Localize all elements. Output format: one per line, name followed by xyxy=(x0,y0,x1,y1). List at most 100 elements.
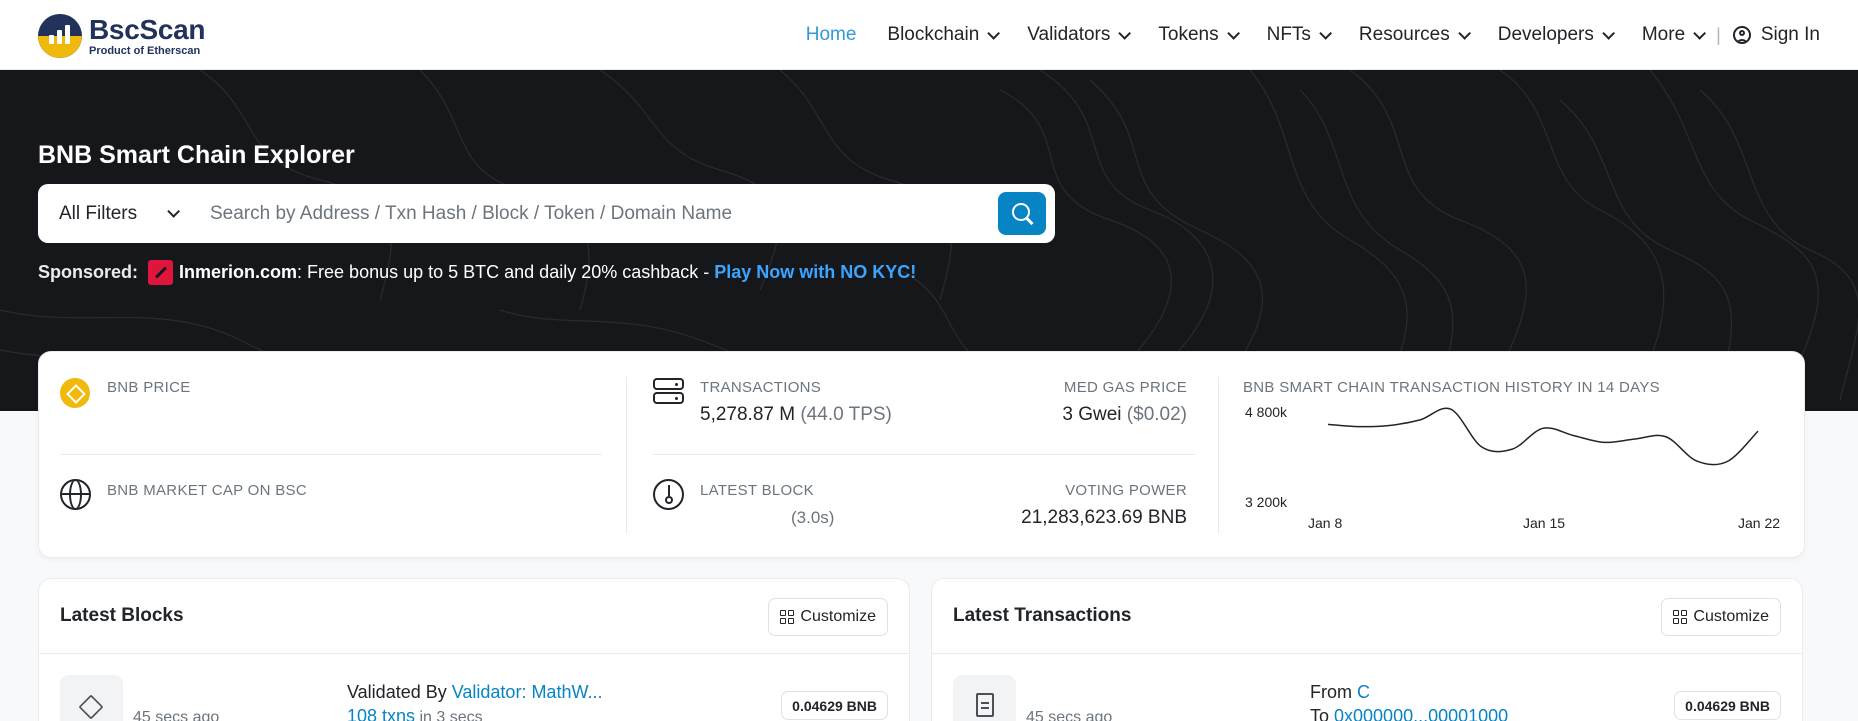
nav-validators[interactable]: Validators xyxy=(1027,24,1132,46)
bnb-coin-icon xyxy=(60,378,90,408)
latest-block-label: LATEST BLOCK xyxy=(700,482,814,499)
search-input[interactable] xyxy=(193,184,998,243)
nav-home[interactable]: Home xyxy=(806,24,857,46)
nav-validators-label: Validators xyxy=(1027,24,1111,45)
sign-in-label: Sign In xyxy=(1760,24,1820,45)
nav-developers[interactable]: Developers xyxy=(1497,24,1615,46)
gas-price-value[interactable]: 3 Gwei ($0.02) xyxy=(1062,404,1187,426)
transaction-to: To 0x000000...00001000 xyxy=(1310,706,1508,721)
nav-blockchain-label: Blockchain xyxy=(887,24,980,45)
page-title: BNB Smart Chain Explorer xyxy=(38,141,355,169)
sponsored-banner: Sponsored: Inmerion.com : Free bonus up … xyxy=(38,260,916,285)
top-navbar: BscScan Product of Etherscan Home Blockc… xyxy=(0,0,1858,70)
bnb-price-label: BNB PRICE xyxy=(107,379,191,396)
validated-by: Validated By Validator: MathW... xyxy=(347,682,602,703)
nav-nfts-label: NFTs xyxy=(1266,24,1311,45)
sponsor-link[interactable]: Play Now with NO KYC! xyxy=(714,262,916,283)
chevron-down-icon xyxy=(1118,26,1132,40)
chevron-down-icon xyxy=(987,26,1001,40)
transactions-count: 5,278.87 M xyxy=(700,404,796,425)
divider xyxy=(1218,377,1219,534)
nav-resources[interactable]: Resources xyxy=(1358,24,1471,46)
panel-header: Latest Blocks Customize xyxy=(39,579,909,654)
transaction-history-chart[interactable]: 4 800k 3 200k Jan 8 Jan 15 Jan 22 xyxy=(1243,404,1783,544)
sponsor-logo-icon xyxy=(148,260,174,285)
nav-more[interactable]: More xyxy=(1641,24,1707,46)
bscscan-logo-icon xyxy=(38,14,82,58)
nav-nfts[interactable]: NFTs xyxy=(1266,24,1332,46)
latest-transactions-title: Latest Transactions xyxy=(953,605,1132,626)
chevron-down-icon xyxy=(1226,26,1240,40)
nav-developers-label: Developers xyxy=(1497,24,1594,45)
divider xyxy=(626,377,627,534)
chevron-down-icon xyxy=(167,205,181,218)
main-nav: Home Blockchain Validators Tokens NFTs R… xyxy=(806,0,1820,70)
transactions-value[interactable]: 5,278.87 M (44.0 TPS) xyxy=(700,404,892,426)
validated-prefix: Validated By xyxy=(347,682,452,702)
nav-blockchain[interactable]: Blockchain xyxy=(887,24,1001,46)
stats-card: BNB PRICE BNB MARKET CAP ON BSC TRANSACT… xyxy=(38,351,1805,558)
logo-title: BscScan xyxy=(89,13,206,45)
market-cap-label: BNB MARKET CAP ON BSC xyxy=(107,482,307,499)
block-reward-badge: 0.04629 BNB xyxy=(781,691,888,720)
x-tick-label: Jan 22 xyxy=(1738,515,1780,531)
transaction-from: From С xyxy=(1310,682,1370,703)
sponsor-brand[interactable]: Inmerion.com xyxy=(179,262,297,283)
transactions-tps: (44.0 TPS) xyxy=(800,404,892,425)
transaction-history-line[interactable] xyxy=(1327,407,1759,466)
nav-separator: | xyxy=(1716,24,1721,45)
filter-dropdown[interactable]: All Filters xyxy=(38,184,193,243)
transaction-age: 45 secs ago xyxy=(1026,709,1113,721)
to-address-link[interactable]: 0x000000...00001000 xyxy=(1334,706,1508,721)
logo-subtitle: Product of Etherscan xyxy=(89,44,201,57)
nav-tokens[interactable]: Tokens xyxy=(1158,24,1240,46)
block-txns: 108 txns in 3 secs xyxy=(347,706,483,721)
gauge-icon xyxy=(653,479,684,510)
chevron-down-icon xyxy=(1602,26,1615,40)
document-icon xyxy=(976,693,994,717)
nav-home-label: Home xyxy=(805,24,857,45)
transaction-icon-box xyxy=(953,675,1016,721)
from-prefix: From xyxy=(1310,682,1357,702)
sponsored-label: Sponsored: xyxy=(38,262,139,282)
customize-button[interactable]: Customize xyxy=(768,598,888,636)
gas-usd: ($0.02) xyxy=(1126,404,1187,425)
voting-power-value: 21,283,623.69 BNB xyxy=(1021,507,1187,528)
voting-power-label: VOTING POWER xyxy=(1065,482,1187,499)
x-tick-label: Jan 8 xyxy=(1308,515,1342,531)
chevron-down-icon xyxy=(1458,26,1471,40)
customize-label: Customize xyxy=(1693,608,1769,625)
validator-link[interactable]: Validator: MathW... xyxy=(452,682,603,702)
customize-label: Customize xyxy=(800,608,876,625)
latest-blocks-panel: Latest Blocks Customize 45 secs ago Vali… xyxy=(38,578,910,721)
grid-icon xyxy=(780,610,795,624)
divider xyxy=(60,454,602,455)
divider xyxy=(653,454,1195,455)
user-circle-icon xyxy=(1732,26,1751,44)
nav-more-label: More xyxy=(1641,24,1686,45)
chart-title: BNB SMART CHAIN TRANSACTION HISTORY IN 1… xyxy=(1243,379,1660,396)
txns-link[interactable]: 108 txns xyxy=(347,706,415,721)
nav-resources-label: Resources xyxy=(1358,24,1450,45)
server-icon xyxy=(653,378,684,406)
nav-tokens-label: Tokens xyxy=(1158,24,1219,45)
latest-blocks-title: Latest Blocks xyxy=(60,605,184,626)
transaction-value-badge: 0.04629 BNB xyxy=(1674,691,1781,720)
x-tick-label: Jan 15 xyxy=(1523,515,1565,531)
cube-icon xyxy=(78,694,104,720)
to-prefix: To xyxy=(1310,706,1335,721)
filter-label: All Filters xyxy=(59,202,138,224)
customize-button[interactable]: Customize xyxy=(1661,598,1781,636)
bscscan-logo[interactable]: BscScan Product of Etherscan xyxy=(38,13,206,58)
transactions-label: TRANSACTIONS xyxy=(700,379,822,396)
block-age: 45 secs ago xyxy=(133,709,220,721)
chevron-down-icon xyxy=(1693,26,1707,40)
panel-header: Latest Transactions Customize xyxy=(932,579,1802,654)
txns-suffix: in 3 secs xyxy=(415,709,483,721)
sign-in-link[interactable]: Sign In xyxy=(1732,24,1820,46)
latest-transactions-panel: Latest Transactions Customize 45 secs ag… xyxy=(931,578,1803,721)
search-button[interactable] xyxy=(998,192,1046,235)
from-address-link[interactable]: С xyxy=(1357,682,1370,702)
gas-gwei: 3 Gwei xyxy=(1062,404,1122,425)
grid-icon xyxy=(1673,610,1688,624)
